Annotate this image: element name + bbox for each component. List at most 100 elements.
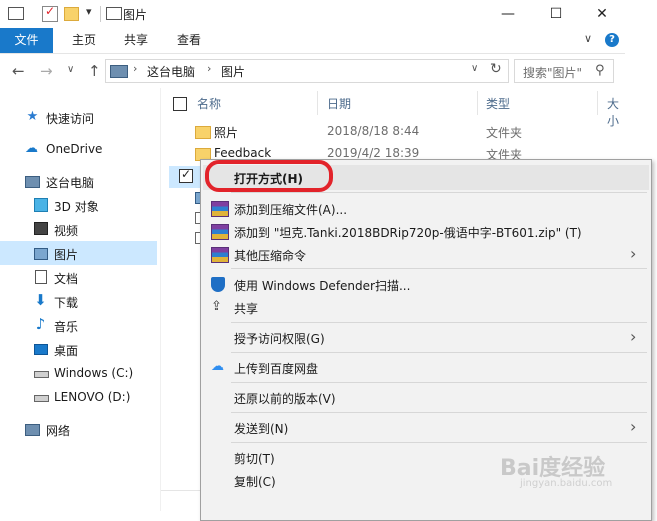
winrar-icon <box>211 224 229 240</box>
sidebar-item-documents[interactable]: 文档 <box>0 265 157 289</box>
menu-item-upload-baidu[interactable]: ☁ 上传到百度网盘 <box>203 355 649 380</box>
menu-separator <box>231 192 647 193</box>
column-divider[interactable] <box>477 91 478 115</box>
search-icon[interactable]: ⚲ <box>595 63 605 78</box>
sidebar-item-network[interactable]: 网络 <box>0 417 157 441</box>
menu-item-label: 剪切(T) <box>234 452 275 466</box>
back-icon[interactable]: ← <box>12 62 25 80</box>
breadcrumb-separator[interactable]: › <box>133 62 137 75</box>
menu-item-label: 添加到 "坦克.Tanki.2018BDRip720p-俄语中字-BT601.z… <box>234 226 582 240</box>
menu-item-add-to-archive[interactable]: 添加到压缩文件(A)... <box>203 196 649 221</box>
tab-home[interactable]: 主页 <box>72 28 96 53</box>
menu-item-label: 使用 Windows Defender扫描... <box>234 279 411 293</box>
maximize-button[interactable]: ☐ <box>533 0 579 28</box>
sidebar-item-pictures[interactable]: 图片 <box>0 241 157 265</box>
menu-item-other-compress[interactable]: 其他压缩命令 › <box>203 242 649 267</box>
menu-separator <box>231 268 647 269</box>
horizontal-scrollbar[interactable] <box>161 490 201 501</box>
file-name: Feedback <box>214 146 272 160</box>
menu-item-add-to-zip[interactable]: 添加到 "坦克.Tanki.2018BDRip720p-俄语中字-BT601.z… <box>203 219 649 244</box>
pictures-icon <box>34 248 48 260</box>
tab-view[interactable]: 查看 <box>177 28 201 53</box>
sidebar-item-downloads[interactable]: ⬇ 下载 <box>0 289 157 313</box>
highlight-annotation <box>205 160 333 192</box>
refresh-icon[interactable]: ↻ <box>490 61 502 77</box>
sidebar-item-label: 音乐 <box>54 320 79 334</box>
menu-item-send-to[interactable]: 发送到(N) › <box>203 415 649 440</box>
defender-icon <box>211 277 225 292</box>
cloud-icon: ☁ <box>25 141 38 156</box>
select-all-checkbox[interactable] <box>173 97 187 111</box>
address-dropdown-icon[interactable]: ∨ <box>471 63 478 74</box>
star-icon: ★ <box>26 109 39 124</box>
menu-separator <box>231 382 647 383</box>
breadcrumb-this-pc[interactable]: 这台电脑 <box>147 63 195 80</box>
address-bar[interactable]: › 这台电脑 › 图片 ∨ ↻ <box>105 59 509 83</box>
search-input[interactable]: 搜索"图片" ⚲ <box>514 59 614 83</box>
properties-icon[interactable]: ✓ <box>42 4 58 22</box>
submenu-arrow-icon: › <box>630 244 637 263</box>
menu-item-defender-scan[interactable]: 使用 Windows Defender扫描... <box>203 272 649 297</box>
navigation-pane: ★ 快速访问 ☁ OneDrive 这台电脑 3D 对象 视频 图片 文档 ⬇ … <box>0 88 161 511</box>
column-divider[interactable] <box>317 91 318 115</box>
column-header-type[interactable]: 类型 <box>486 95 510 112</box>
forward-icon[interactable]: → <box>40 62 53 80</box>
sidebar-item-quick-access[interactable]: ★ 快速访问 <box>0 105 157 129</box>
file-checkbox[interactable]: ✓ <box>179 167 193 183</box>
menu-item-label: 发送到(N) <box>234 422 289 436</box>
menu-item-label: 复制(C) <box>234 475 276 489</box>
menu-item-share[interactable]: ⇪ 共享 <box>203 295 649 320</box>
ribbon-collapse-icon[interactable]: ∨ <box>584 32 592 45</box>
up-icon[interactable]: ↑ <box>88 62 101 80</box>
baidu-watermark-url: jingyan.baidu.com <box>520 478 613 489</box>
folder-icon <box>195 126 211 139</box>
menu-item-label: 添加到压缩文件(A)... <box>234 203 348 217</box>
file-date: 2019/4/2 18:39 <box>327 146 420 160</box>
navigation-bar: ← → ∨ ↑ › 这台电脑 › 图片 ∨ ↻ 搜索"图片" ⚲ <box>0 54 625 88</box>
menu-item-grant-access[interactable]: 授予访问权限(G) › <box>203 325 649 350</box>
download-icon: ⬇ <box>34 291 47 309</box>
sidebar-item-label: 下载 <box>54 296 79 310</box>
column-divider[interactable] <box>597 91 598 115</box>
window-title: 图片 <box>123 8 148 22</box>
submenu-arrow-icon: › <box>630 417 637 436</box>
menu-item-label: 其他压缩命令 <box>234 249 307 263</box>
tab-file[interactable]: 文件 <box>0 28 53 53</box>
menu-item-label: 授予访问权限(G) <box>234 332 325 346</box>
breadcrumb-pictures[interactable]: 图片 <box>221 63 245 80</box>
column-header-date[interactable]: 日期 <box>327 95 351 112</box>
music-icon: ♪ <box>35 315 46 333</box>
menu-item-restore-versions[interactable]: 还原以前的版本(V) <box>203 385 649 410</box>
sidebar-item-drive-d[interactable]: LENOVO (D:) <box>0 385 157 409</box>
column-header-name[interactable]: 名称 <box>197 95 221 112</box>
sidebar-item-music[interactable]: ♪ 音乐 <box>0 313 157 337</box>
tab-share[interactable]: 共享 <box>124 28 148 53</box>
video-icon <box>34 222 48 235</box>
menu-separator <box>231 352 647 353</box>
sidebar-item-label: Windows (C:) <box>54 366 134 380</box>
file-name: 照片 <box>214 126 239 140</box>
recent-locations-icon[interactable]: ∨ <box>67 64 74 75</box>
minimize-button[interactable]: — <box>485 0 531 28</box>
title-folder-icon <box>106 7 122 20</box>
sidebar-item-desktop[interactable]: 桌面 <box>0 337 157 361</box>
sidebar-item-onedrive[interactable]: ☁ OneDrive <box>0 137 157 161</box>
sidebar-item-3d-objects[interactable]: 3D 对象 <box>0 193 157 217</box>
file-row-photos[interactable]: 照片 2018/8/18 8:44 文件夹 <box>195 123 625 145</box>
sidebar-item-label: 网络 <box>46 424 71 438</box>
help-icon[interactable]: ? <box>605 33 619 47</box>
new-folder-icon[interactable] <box>64 7 79 21</box>
submenu-arrow-icon: › <box>630 327 637 346</box>
computer-icon <box>25 176 40 188</box>
share-icon: ⇪ <box>211 299 222 314</box>
sidebar-item-videos[interactable]: 视频 <box>0 217 157 241</box>
breadcrumb-separator[interactable]: › <box>207 62 211 75</box>
sidebar-item-drive-c[interactable]: Windows (C:) <box>0 361 157 385</box>
close-button[interactable]: ✕ <box>579 0 625 28</box>
quick-access-dropdown-icon[interactable]: ▾ <box>86 5 92 18</box>
desktop-icon <box>34 344 48 355</box>
winrar-icon <box>211 247 229 263</box>
baidu-netdisk-icon: ☁ <box>211 359 224 374</box>
sidebar-item-this-pc[interactable]: 这台电脑 <box>0 169 157 193</box>
menu-item-label: 还原以前的版本(V) <box>234 392 336 406</box>
